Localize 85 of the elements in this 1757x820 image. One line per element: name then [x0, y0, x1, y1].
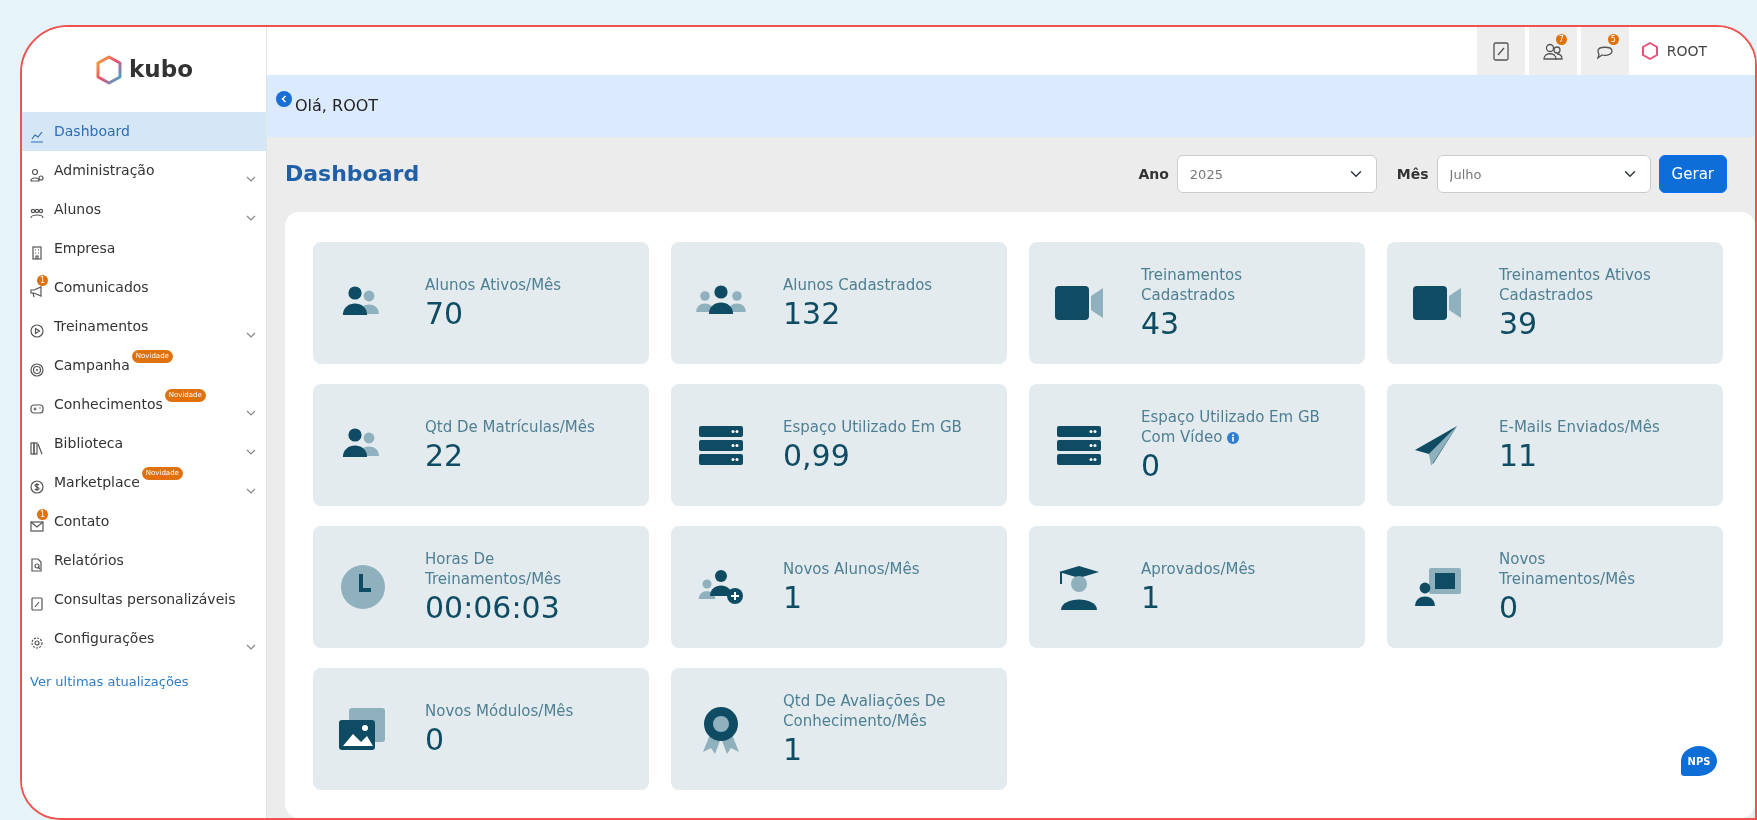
- stat-value: 1: [783, 733, 804, 768]
- file-search-icon: [30, 557, 44, 572]
- chevron-left-icon: [280, 95, 288, 103]
- sidebar-item[interactable]: Relatórios: [22, 541, 266, 580]
- item-label: Treinamentos: [54, 317, 149, 336]
- item-label: Configurações: [54, 629, 155, 648]
- coin-icon: [30, 479, 44, 494]
- gamepad-icon: [30, 401, 44, 416]
- notification-badge: 5: [1607, 34, 1619, 45]
- sidebar-item[interactable]: Alunos: [22, 190, 266, 229]
- stat-title: Espaço Utilizado Em GB Com Vídeo: [1141, 406, 1321, 447]
- stat-value: 132: [783, 296, 842, 332]
- item-label: Marketplace: [54, 473, 140, 492]
- item-label: Contato: [54, 512, 110, 531]
- filter-select[interactable]: 2025: [1176, 155, 1377, 194]
- logo-icon: [1640, 41, 1659, 62]
- file-edit-icon: [1490, 41, 1511, 62]
- sidebar-item[interactable]: 1 Contato: [22, 502, 266, 541]
- item-label: Dashboard: [54, 122, 130, 141]
- stat-value: 1: [1141, 580, 1162, 616]
- item-label: Relatórios: [54, 551, 124, 570]
- sidebar-item[interactable]: Administração: [22, 151, 266, 190]
- stat-title: Alunos Ativos/Mês: [425, 274, 562, 295]
- stat-title: Qtd De Matrículas/Mês: [425, 416, 595, 437]
- stat-title: E-Mails Enviados/Mês: [1499, 416, 1660, 437]
- megaphone-icon: [30, 284, 44, 299]
- sidebar-item[interactable]: Biblioteca: [22, 424, 266, 463]
- notification-badge: 1: [37, 274, 48, 286]
- target-icon: [30, 362, 44, 377]
- item-label: Consultas personalizáveis: [54, 590, 236, 609]
- stat-value: 0,99: [783, 438, 851, 474]
- stat-value: 43: [1141, 307, 1181, 342]
- item-label: Alunos: [54, 200, 102, 219]
- notification-badge: 7: [1555, 34, 1567, 45]
- sidebar-item[interactable]: Dashboard: [22, 112, 266, 151]
- item-label: Comunicados: [54, 278, 149, 297]
- stat-value: 0: [1141, 449, 1162, 484]
- item-label: Biblioteca: [54, 434, 124, 453]
- stat-value: 22: [425, 438, 465, 474]
- stat-title: Treinamentos Cadastrados: [1141, 264, 1244, 305]
- updates-link[interactable]: Ver ultimas atualizações: [22, 658, 197, 706]
- stat-value: 0: [425, 722, 446, 758]
- page-title: Dashboard: [285, 161, 420, 188]
- stat-value: 00:06:03: [425, 591, 561, 626]
- stat-title: Espaço Utilizado Em GB: [783, 416, 962, 437]
- stat-value: 1: [783, 580, 804, 616]
- building-icon: [30, 245, 44, 260]
- stat-title: Novos Alunos/Mês: [783, 558, 920, 579]
- item-label: Conhecimentos: [54, 395, 163, 414]
- filter-label: Ano: [1138, 164, 1169, 184]
- gear-icon: [30, 635, 44, 650]
- greeting-text: Olá, ROOT: [295, 95, 379, 117]
- stat-title: Treinamentos Ativos Cadastrados: [1499, 264, 1652, 305]
- logo-text: kubo: [129, 55, 193, 85]
- stat-title: Horas De Treinamentos/Mês: [425, 548, 563, 589]
- file-edit-icon: [30, 596, 44, 611]
- play-circle-icon: [30, 323, 44, 338]
- stat-title: Novos Treinamentos/Mês: [1499, 548, 1637, 589]
- toolbar-button[interactable]: [1476, 27, 1525, 76]
- stat-title: Novos Módulos/Mês: [425, 700, 574, 721]
- filter-label: Mês: [1396, 164, 1429, 184]
- stat-value: 0: [1499, 591, 1520, 626]
- sidebar-item[interactable]: Configurações: [22, 619, 266, 658]
- users-icon: [1542, 41, 1563, 62]
- stat-value: 70: [425, 296, 465, 332]
- sidebar-item[interactable]: 1 Comunicados: [22, 268, 266, 307]
- generate-button[interactable]: Gerar: [1658, 155, 1727, 194]
- sidebar-item[interactable]: Treinamentos: [22, 307, 266, 346]
- stat-title: Qtd De Avaliações De Conhecimento/Mês: [783, 690, 947, 731]
- stat-value: 39: [1499, 307, 1539, 342]
- item-label: Empresa: [54, 239, 116, 258]
- item-label: Administração: [54, 161, 155, 180]
- stat-title: Alunos Cadastrados: [783, 274, 933, 295]
- stat-value: 11: [1499, 438, 1539, 474]
- group-icon: [30, 206, 44, 221]
- logo-icon: [95, 54, 124, 85]
- item-label: Campanha: [54, 356, 130, 375]
- sidebar-item[interactable]: Consultas personalizáveis: [22, 580, 266, 619]
- sidebar-item[interactable]: Empresa: [22, 229, 266, 268]
- envelope-icon: [30, 518, 44, 533]
- filter-select[interactable]: Julho: [1436, 155, 1651, 194]
- notification-badge: 1: [37, 508, 48, 520]
- books-icon: [30, 440, 44, 455]
- user-gear-icon: [30, 167, 44, 182]
- stat-title: Aprovados/Mês: [1141, 558, 1256, 579]
